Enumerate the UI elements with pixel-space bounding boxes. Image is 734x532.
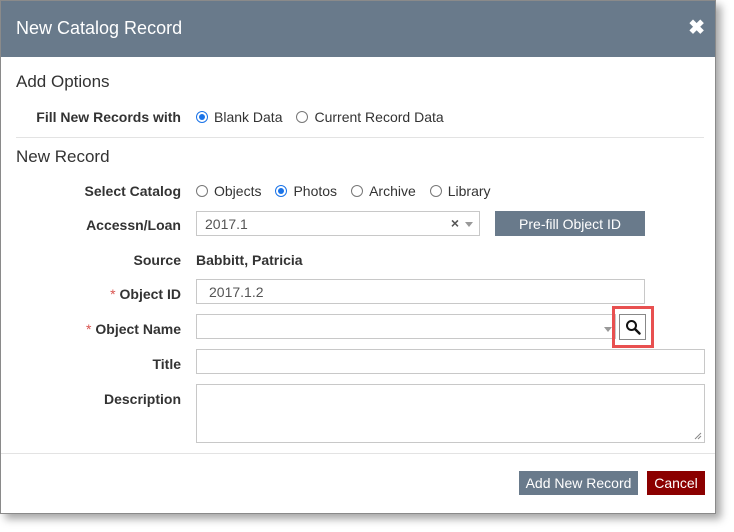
source-value: Babbitt, Patricia — [196, 252, 303, 268]
object-name-label: * Object Name — [21, 321, 181, 337]
source-label: Source — [133, 252, 181, 268]
prefill-object-id-button[interactable]: Pre-fill Object ID — [495, 211, 645, 236]
cancel-button[interactable]: Cancel — [647, 471, 705, 495]
search-icon — [625, 320, 641, 335]
radio-current-record-data[interactable]: Current Record Data — [296, 109, 444, 125]
object-name-search-button[interactable] — [619, 314, 646, 340]
object-name-label-text: Object Name — [95, 321, 181, 337]
radio-library-label: Library — [447, 183, 491, 199]
radio-blank-data-label: Blank Data — [214, 109, 283, 125]
dialog-title: New Catalog Record — [16, 18, 183, 38]
radio-unchecked-icon[interactable] — [196, 185, 208, 197]
close-icon[interactable]: ✖ — [688, 15, 705, 40]
object-id-input[interactable]: 2017.1.2 — [196, 279, 645, 304]
title-label: Title — [152, 356, 181, 372]
accession-loan-value: 2017.1 — [205, 216, 248, 232]
radio-unchecked-icon[interactable] — [351, 185, 364, 197]
radio-photos-label: Photos — [293, 183, 338, 199]
new-record-heading: New Record — [16, 147, 110, 166]
radio-current-record-data-label: Current Record Data — [314, 109, 444, 125]
radio-checked-icon[interactable] — [196, 111, 208, 123]
catalog-radio-group: Objects Photos Archive Library — [196, 183, 505, 199]
description-label: Description — [103, 391, 181, 407]
footer-divider — [1, 453, 715, 454]
description-textarea[interactable] — [196, 384, 705, 443]
radio-checked-icon[interactable] — [275, 185, 288, 197]
radio-photos[interactable]: Photos — [275, 183, 337, 199]
required-marker: * — [85, 321, 92, 337]
fill-new-records-label: Fill New Records with — [36, 109, 181, 125]
object-name-select[interactable] — [196, 314, 616, 339]
radio-blank-data[interactable]: Blank Data — [196, 109, 282, 125]
radio-unchecked-icon[interactable] — [429, 185, 442, 197]
object-id-label: * Object ID — [21, 286, 181, 302]
radio-objects-label: Objects — [214, 183, 262, 199]
accession-loan-select[interactable]: 2017.1 × — [196, 211, 480, 236]
resize-handle-icon[interactable] — [694, 432, 702, 440]
radio-library[interactable]: Library — [429, 183, 491, 199]
radio-unchecked-icon[interactable] — [296, 111, 309, 123]
title-input[interactable] — [196, 349, 705, 374]
new-catalog-record-dialog: New Catalog Record ✖ Add Options Fill Ne… — [0, 0, 716, 514]
object-id-value: 2017.1.2 — [209, 284, 264, 300]
dialog-titlebar: New Catalog Record ✖ — [1, 1, 715, 57]
fill-options-radio-group: Blank Data Current Record Data — [196, 109, 458, 125]
required-marker: * — [110, 286, 116, 302]
accession-loan-label: Accessn/Loan — [86, 217, 181, 233]
add-options-heading: Add Options — [16, 72, 110, 91]
dropdown-arrow-icon[interactable] — [604, 327, 612, 332]
select-catalog-label: Select Catalog — [84, 183, 181, 199]
object-id-label-text: Object ID — [119, 286, 181, 302]
radio-archive[interactable]: Archive — [351, 183, 416, 199]
radio-archive-label: Archive — [369, 183, 416, 199]
section-divider — [16, 137, 704, 138]
radio-objects[interactable]: Objects — [196, 183, 261, 199]
add-new-record-button[interactable]: Add New Record — [519, 471, 638, 495]
dropdown-arrow-icon[interactable] — [465, 222, 473, 227]
clear-selection-icon[interactable]: × — [451, 215, 459, 231]
